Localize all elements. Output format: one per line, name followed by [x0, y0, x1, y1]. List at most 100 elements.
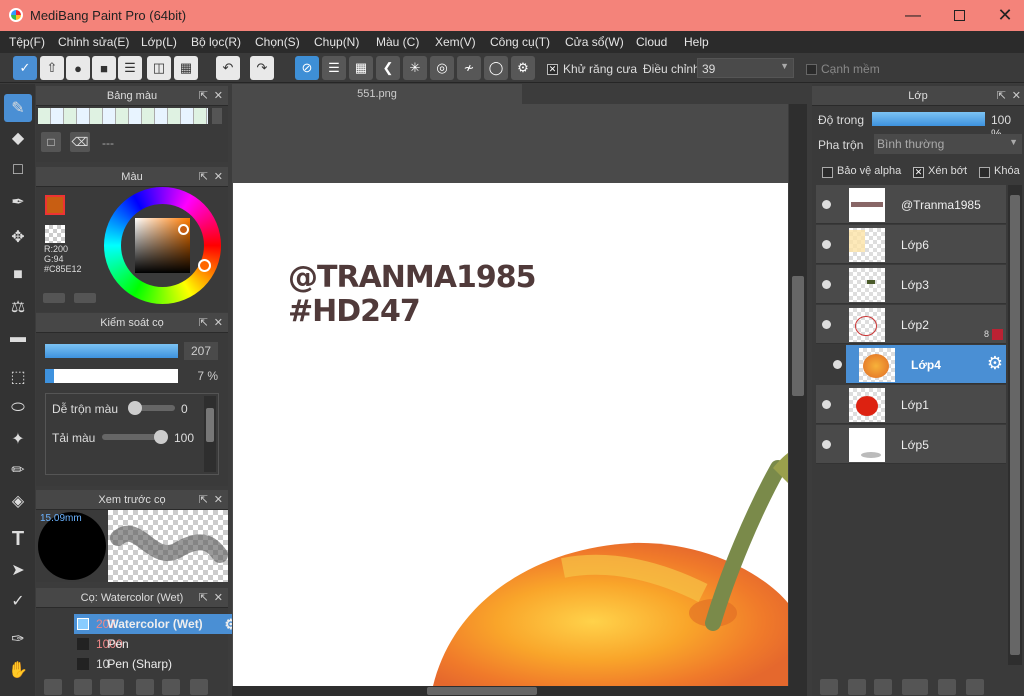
menu-view[interactable]: Xem(V)	[435, 31, 476, 49]
scrollbar-thumb[interactable]	[427, 687, 537, 695]
duplicate-layer-icon[interactable]	[966, 679, 984, 695]
color-mode-button[interactable]	[43, 293, 65, 303]
gradient-tool-icon[interactable]: ▬	[4, 324, 32, 352]
pen-tool-icon[interactable]: ✒	[4, 188, 32, 216]
add-brush-icon[interactable]	[44, 679, 62, 695]
redo-icon[interactable]: ↷	[250, 56, 274, 80]
menu-select[interactable]: Chọn(S)	[255, 31, 300, 49]
move-tool-icon[interactable]: ✥	[4, 223, 32, 251]
fill-shape-tool-icon[interactable]: ■	[4, 261, 32, 289]
undo-icon[interactable]: ↶	[216, 56, 240, 80]
close-panel-icon[interactable]: ✕	[214, 588, 223, 608]
undock-icon[interactable]: ⇱	[199, 167, 208, 187]
blend-slider-handle[interactable]	[128, 401, 142, 415]
menu-layer[interactable]: Lớp(L)	[141, 31, 177, 49]
clipping-checkbox[interactable]: ✕	[913, 165, 924, 179]
visibility-eye-icon[interactable]	[822, 280, 831, 289]
menu-color[interactable]: Màu (C)	[376, 31, 419, 49]
soft-edge-checkbox[interactable]	[806, 62, 817, 76]
layer-row[interactable]: @Tranma1985	[816, 185, 1006, 224]
new-layer-icon[interactable]	[820, 679, 838, 695]
layer-row[interactable]: Lớp6	[816, 225, 1006, 264]
brush-size-value[interactable]: 207	[184, 342, 218, 360]
visibility-eye-icon[interactable]	[822, 320, 831, 329]
close-panel-icon[interactable]: ✕	[214, 86, 223, 106]
select-pen-tool-icon[interactable]: ✏	[4, 456, 32, 484]
blend-slider[interactable]	[128, 401, 175, 415]
bucket-tool-icon[interactable]: ⚖	[4, 293, 32, 321]
layer-list-scrollbar[interactable]	[1008, 185, 1022, 665]
brush-tool-icon[interactable]: ✎	[4, 94, 32, 122]
eraser-tool-icon[interactable]: ◆	[4, 124, 32, 152]
scrollbar-thumb[interactable]	[1010, 195, 1020, 655]
share-icon[interactable]: ⇧	[40, 56, 64, 80]
concentric-snap-icon[interactable]: ◎	[430, 56, 454, 80]
divide-tool-icon[interactable]: ✓	[4, 587, 32, 615]
antialias-checkbox[interactable]: ✕	[547, 62, 558, 76]
brush-size-slider[interactable]	[45, 344, 178, 358]
visibility-eye-icon[interactable]	[822, 440, 831, 449]
scrollbar-thumb[interactable]	[792, 276, 804, 396]
new-palette-icon[interactable]: □	[41, 132, 61, 152]
comment-icon[interactable]: ■	[92, 56, 116, 80]
undock-icon[interactable]: ⇱	[199, 86, 208, 106]
menu-snap[interactable]: Chụp(N)	[314, 31, 359, 49]
maximize-button[interactable]	[936, 0, 982, 31]
foreground-color-swatch[interactable]	[45, 195, 65, 215]
close-panel-icon[interactable]: ✕	[214, 313, 223, 333]
brush-list-item[interactable]: 1000 Pen	[74, 634, 240, 654]
canvas-vertical-scrollbar[interactable]	[789, 104, 807, 686]
gear-icon[interactable]: ⚙	[987, 353, 1003, 374]
undock-icon[interactable]: ⇱	[199, 490, 208, 510]
folder-icon[interactable]	[162, 679, 180, 695]
menu-window[interactable]: Cửa sổ(W)	[565, 31, 624, 49]
text-tool-icon[interactable]: T	[4, 525, 32, 553]
cloud-save-icon[interactable]: ✓	[13, 56, 37, 80]
parallel-snap-icon[interactable]: ☰	[322, 56, 346, 80]
layout-icon[interactable]: ▦	[174, 56, 198, 80]
panel-icon[interactable]: ◫	[147, 56, 171, 80]
new-8bit-layer-icon[interactable]	[848, 679, 866, 695]
menu-filter[interactable]: Bộ lọc(R)	[191, 31, 241, 49]
magic-wand-tool-icon[interactable]: ✦	[4, 425, 32, 453]
brush-list-item[interactable]: 10 Pen (Sharp)	[74, 654, 240, 674]
close-panel-icon[interactable]: ✕	[214, 490, 223, 510]
eyedropper-button[interactable]	[74, 293, 96, 303]
radial-snap-icon[interactable]: ✳	[403, 56, 427, 80]
blend-mode-select[interactable]: Bình thường ▼	[874, 134, 1022, 154]
menu-edit[interactable]: Chỉnh sửa(E)	[58, 31, 129, 49]
layer-row-selected[interactable]: Lớp4 ⚙	[833, 345, 1006, 384]
snap-settings-icon[interactable]: ⚙	[511, 56, 535, 80]
layer-row[interactable]: Lớp2 8	[816, 305, 1006, 344]
close-panel-icon[interactable]: ✕	[214, 167, 223, 187]
brush-menu-icon[interactable]	[100, 679, 124, 695]
speech-bubble-icon[interactable]: ●	[66, 56, 90, 80]
visibility-eye-icon[interactable]	[822, 200, 831, 209]
eyedropper-tool-icon[interactable]: ✑	[4, 625, 32, 653]
perspective-snap-icon[interactable]: ❮	[376, 56, 400, 80]
brush-list-item[interactable]: 207 Watercolor (Wet) ⚙	[74, 614, 240, 634]
sv-picker-handle[interactable]	[178, 224, 189, 235]
curve-snap-icon[interactable]: ≁	[457, 56, 481, 80]
select-eraser-tool-icon[interactable]: ◈	[4, 487, 32, 515]
hue-picker-handle[interactable]	[198, 259, 211, 272]
load-slider[interactable]	[102, 430, 168, 444]
load-slider-handle[interactable]	[154, 430, 168, 444]
grid-snap-icon[interactable]: ▦	[349, 56, 373, 80]
layer-row[interactable]: Lớp3	[816, 265, 1006, 304]
close-button[interactable]: ✕	[982, 0, 1024, 31]
copy-icon[interactable]	[190, 679, 208, 695]
palette-swatches[interactable]	[38, 108, 208, 124]
new-1bit-layer-icon[interactable]	[874, 679, 892, 695]
lasso-tool-icon[interactable]: ⬭	[4, 394, 32, 422]
undock-icon[interactable]: ⇱	[199, 313, 208, 333]
visibility-eye-icon[interactable]	[822, 240, 831, 249]
new-brush-icon[interactable]	[74, 679, 92, 695]
dot-tool-icon[interactable]: □	[4, 156, 32, 184]
canvas-horizontal-scrollbar[interactable]	[232, 686, 807, 696]
menu-help[interactable]: Help	[684, 31, 709, 49]
brush-opacity-slider[interactable]	[45, 369, 178, 383]
undock-icon[interactable]: ⇱	[997, 86, 1006, 106]
snap-off-icon[interactable]: ⊘	[295, 56, 319, 80]
canvas-paper[interactable]: @TRANMA1985 #HD247	[233, 183, 788, 686]
